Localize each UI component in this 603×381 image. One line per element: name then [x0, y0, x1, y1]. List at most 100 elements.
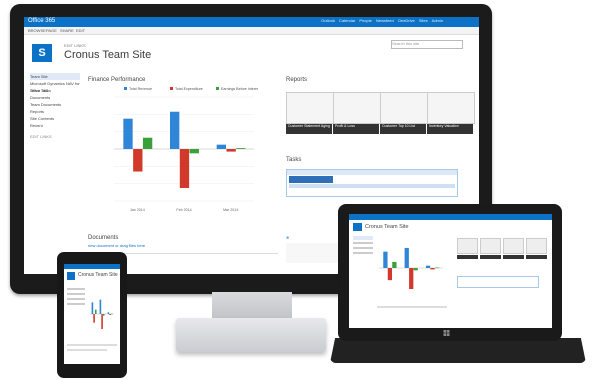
bar — [179, 149, 190, 188]
bar — [404, 247, 409, 268]
report-tile[interactable]: Customer Top 10 List — [380, 92, 428, 134]
nav-item[interactable]: Team Site — [30, 73, 80, 80]
search-input[interactable]: Search this site — [391, 40, 463, 49]
bar — [142, 137, 153, 149]
bar — [383, 251, 388, 268]
tablet-suite-bar — [349, 214, 552, 220]
edit-links[interactable]: EDIT LINKS — [64, 43, 86, 48]
bar — [413, 268, 418, 271]
task-bar-item[interactable] — [289, 176, 333, 183]
nav-item[interactable]: Recent — [30, 122, 80, 129]
report-tile[interactable]: Profit & Loss — [333, 92, 381, 134]
tab-share[interactable]: SHARE — [60, 28, 74, 33]
legend-label: Total Expenditure — [175, 87, 203, 91]
tablet-screen: Cronus Team Site — [349, 214, 552, 328]
phone-site-title[interactable]: Cronus Team Site — [78, 272, 118, 278]
phone-documents — [67, 349, 107, 351]
tasks-title: Tasks — [286, 157, 302, 163]
windows-logo-icon[interactable] — [443, 330, 450, 336]
bar — [102, 314, 105, 316]
phone-suite-bar — [64, 264, 120, 269]
bar — [387, 268, 393, 281]
monitor-stand-base — [176, 318, 326, 352]
tablet-nav — [353, 236, 373, 296]
tab-edit[interactable]: EDIT — [76, 28, 85, 33]
report-caption: Profit & Loss — [333, 124, 379, 134]
nav-item[interactable]: Team Documents — [30, 101, 80, 108]
report-caption: Inventory Valuation — [427, 124, 473, 134]
phone-screen: Cronus Team Site — [64, 264, 120, 364]
reports-tiles: Customer Statement Aging Profit & Loss Cus… — [286, 92, 476, 152]
app-name[interactable]: Office 365 — [28, 18, 55, 24]
reports-title: Reports — [286, 77, 308, 83]
new-task-link[interactable]: ⊕ — [286, 235, 289, 240]
sharepoint-logo[interactable]: S — [32, 44, 52, 62]
legend-label: Earnings Before Interest — [221, 87, 258, 91]
bar — [392, 261, 397, 268]
report-thumbnail — [333, 92, 381, 124]
tick-label: Jan 2014 — [130, 208, 145, 212]
nav-item[interactable]: Microsoft Dynamics NAV for Office 365 — [30, 80, 80, 93]
bar — [123, 118, 133, 149]
report-thumbnail — [380, 92, 428, 124]
task-bar-item[interactable] — [289, 184, 455, 188]
bar — [226, 149, 236, 152]
tasks-timeline[interactable] — [286, 169, 458, 197]
finance-chart: Total Revenue Total Expenditure Earnings B… — [114, 87, 258, 212]
new-document-link[interactable]: new document or drag files here — [88, 243, 145, 248]
phone-finance-chart — [90, 299, 114, 329]
documents-title: Documents — [88, 235, 119, 241]
tick-label: Mar 2014 — [223, 208, 238, 212]
report-caption: Customer Top 10 List — [380, 124, 426, 134]
site-title[interactable]: Cronus Team Site — [64, 49, 151, 61]
phone-nav — [67, 288, 85, 308]
tablet-site-title[interactable]: Cronus Team Site — [365, 224, 409, 230]
legend-label: Total Revenue — [129, 87, 152, 91]
nav-edit-links[interactable]: EDIT LINKS — [30, 133, 80, 140]
phone-logo[interactable] — [67, 272, 75, 280]
bar — [94, 309, 97, 314]
bar — [110, 313, 113, 315]
bar — [101, 314, 103, 329]
report-tile[interactable]: Customer Statement Aging — [286, 92, 334, 134]
tablet-documents — [377, 306, 447, 308]
timeline-header — [287, 170, 457, 175]
bar — [107, 312, 110, 314]
legend-swatch — [124, 87, 127, 90]
bar — [236, 148, 246, 149]
finance-title: Finance Performance — [88, 77, 146, 83]
tablet-tasks[interactable] — [457, 276, 539, 288]
bar — [409, 268, 414, 289]
bar — [133, 149, 143, 172]
tablet-logo[interactable] — [353, 223, 362, 231]
suite-bar: Office 365 Outlook Calendar People Newsf… — [24, 17, 479, 27]
tab-page[interactable]: PAGE — [46, 28, 57, 33]
nav-item[interactable]: Documents — [30, 94, 80, 101]
suite-links[interactable]: Outlook Calendar People Newsfeed OneDriv… — [321, 18, 443, 23]
report-tile[interactable]: Inventory Valuation — [427, 92, 475, 134]
nav-item[interactable]: Reports — [30, 108, 80, 115]
nav-item[interactable]: Team Tasks — [30, 87, 80, 94]
bar — [430, 268, 435, 270]
bar — [109, 314, 111, 315]
tablet-reports — [457, 238, 547, 278]
tab-browse[interactable]: BROWSE — [28, 28, 46, 33]
report-thumbnail — [427, 92, 475, 124]
bar — [91, 302, 94, 314]
bar — [425, 265, 431, 268]
bar — [93, 314, 95, 323]
tablet-keyboard-cover — [330, 338, 586, 363]
phone-documents — [67, 344, 117, 346]
report-thumbnail — [286, 92, 334, 124]
legend-swatch — [170, 87, 173, 90]
bar — [189, 149, 199, 154]
nav-item[interactable]: Site Contents — [30, 115, 80, 122]
report-caption: Customer Statement Aging — [286, 124, 332, 134]
task-list[interactable] — [286, 243, 346, 263]
bar — [216, 144, 226, 149]
bar — [434, 267, 440, 269]
bar — [99, 299, 102, 314]
tablet-finance-chart — [379, 247, 443, 289]
ribbon-tabs: BROWSE PAGE SHARE EDIT — [24, 27, 479, 35]
tick-label: Feb 2014 — [176, 208, 191, 212]
